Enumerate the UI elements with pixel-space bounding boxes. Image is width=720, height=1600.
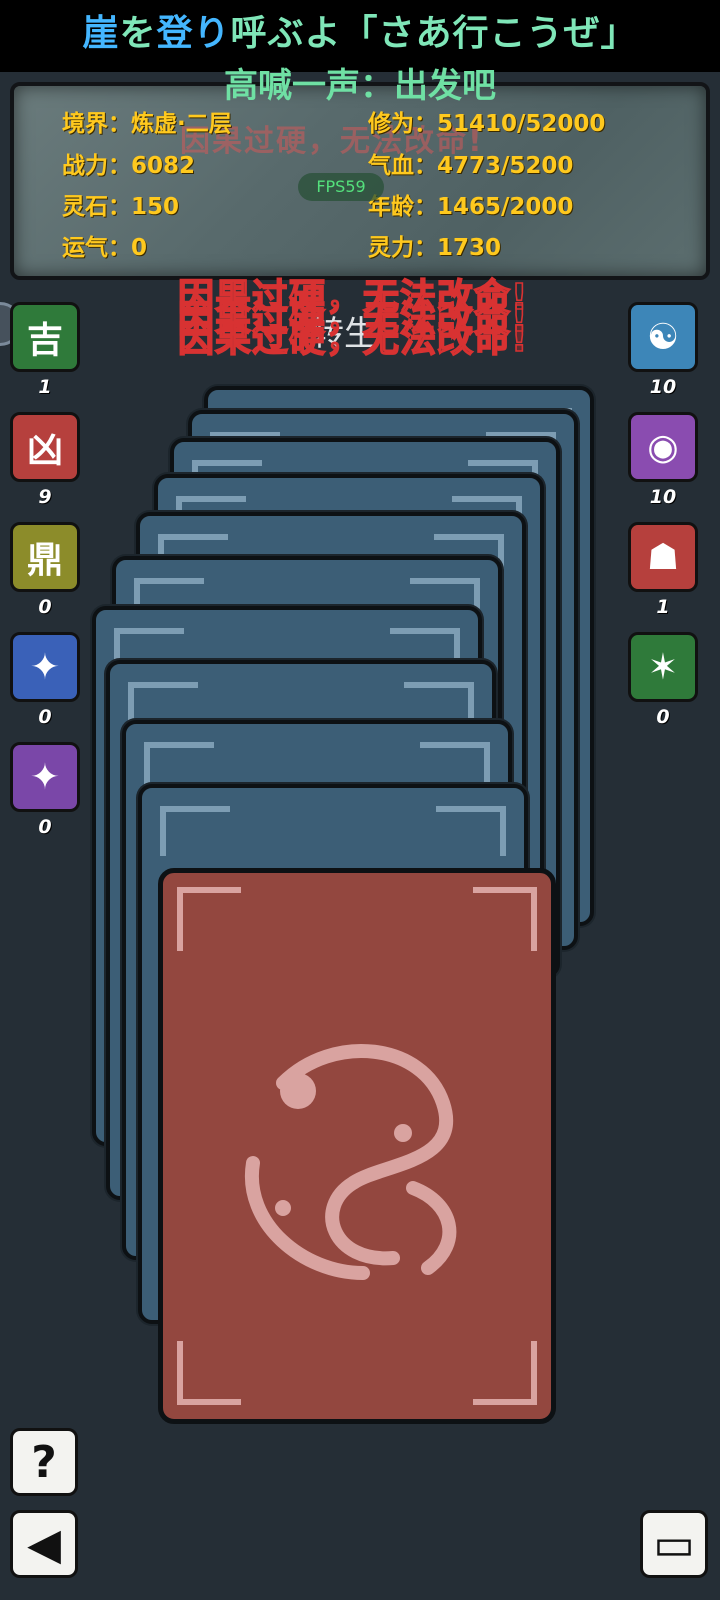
item-count: 10: [649, 376, 677, 398]
lyric-line-2: 高喊一声：出发吧: [224, 66, 496, 106]
item-count: 0: [656, 706, 670, 728]
warning-text: 因果过硬，无法改命!: [177, 318, 529, 361]
green-cauldron-icon[interactable]: 鼎: [10, 522, 80, 592]
item-count: 1: [656, 596, 670, 618]
dragon-emblem-icon: [244, 1044, 457, 1280]
back-button[interactable]: ◀: [10, 1510, 78, 1578]
item-count: 10: [649, 486, 677, 508]
stat-power: 战力：6082: [62, 153, 196, 179]
item-count: 0: [38, 706, 52, 728]
fire-scroll-icon[interactable]: ✦: [10, 632, 80, 702]
lyric-part-a: を: [119, 13, 157, 54]
stat-spirit-power: 灵力：1730: [368, 235, 502, 261]
side-item[interactable]: ✶ 0: [628, 632, 698, 728]
side-item[interactable]: ☯ 10: [628, 302, 698, 398]
side-item[interactable]: ◉ 10: [628, 412, 698, 508]
lyric-highlight-1: 崖: [82, 13, 120, 54]
stat-realm: 境界：炼虚·二层: [62, 111, 232, 137]
side-item[interactable]: 鼎0: [10, 522, 80, 618]
lyric-part-b: 呼ぶよ「さあ行こうぜ」: [230, 13, 638, 54]
bagua-compass-icon[interactable]: ☯: [628, 302, 698, 372]
side-item[interactable]: 吉1: [10, 302, 80, 398]
item-count: 0: [38, 816, 52, 838]
stat-cultivation: 修为：51410/52000: [368, 111, 606, 137]
item-count: 9: [38, 486, 52, 508]
side-item[interactable]: 凶9: [10, 412, 80, 508]
help-button[interactable]: ?: [10, 1428, 78, 1496]
stat-hp: 气血：4773/5200: [368, 153, 574, 179]
item-count: 0: [38, 596, 52, 618]
stat-spirit-stone: 灵石：150: [62, 194, 180, 220]
altar-talisman-icon[interactable]: ✶: [628, 632, 698, 702]
hooded-figure-icon[interactable]: ☗: [628, 522, 698, 592]
xiong-ominous-icon[interactable]: 凶: [10, 412, 80, 482]
stat-age: 年龄：1465/2000: [368, 194, 574, 220]
lyric-line-1: 崖を登り呼ぶよ「さあ行こうぜ」: [0, 4, 720, 56]
item-count: 1: [38, 376, 52, 398]
save-button[interactable]: ▭: [640, 1510, 708, 1578]
side-item[interactable]: ☗ 1: [628, 522, 698, 618]
water-scroll-icon[interactable]: ✦: [10, 742, 80, 812]
side-item[interactable]: ✦ 0: [10, 742, 80, 838]
fate-card-front[interactable]: [158, 868, 556, 1424]
stat-luck: 运气：0: [62, 235, 148, 261]
lyric-highlight-2: 登り: [156, 13, 231, 54]
side-item[interactable]: ✦ 0: [10, 632, 80, 728]
ji-auspicious-icon[interactable]: 吉: [10, 302, 80, 372]
green-orb-icon[interactable]: ◉: [628, 412, 698, 482]
fps-counter: FPS59: [298, 173, 384, 201]
